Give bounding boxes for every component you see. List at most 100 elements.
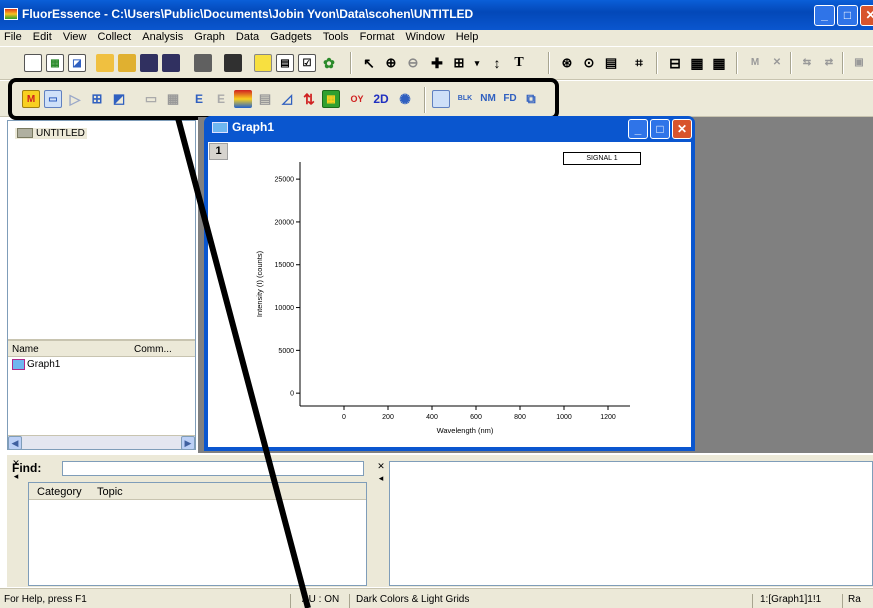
code-builder-icon[interactable]: ✿ — [320, 54, 338, 72]
rescale-icon[interactable]: ⊙ — [580, 54, 598, 72]
list-item-label: Graph1 — [27, 359, 61, 371]
graph-maximize-button[interactable]: □ — [650, 119, 670, 139]
x-tick-label: 1200 — [600, 414, 616, 421]
data-reader-icon[interactable]: ✚ — [428, 54, 446, 72]
y-tick-label: 5000 — [278, 348, 294, 355]
x-tick-label: 0 — [342, 414, 346, 421]
plot-area[interactable]: 1 SIGNAL 1 0 200 400 600 800 1000 1200 0 5000 100… — [208, 142, 691, 447]
zoom-in-icon[interactable]: ⊕ — [382, 54, 400, 72]
app-title: FluorEssence - C:\Users\Public\Documents… — [22, 7, 474, 21]
screen-reader-icon[interactable]: ↕ — [488, 54, 506, 72]
menu-format[interactable]: Format — [356, 30, 399, 43]
results-panel[interactable] — [389, 461, 873, 586]
menu-edit[interactable]: Edit — [29, 30, 56, 43]
category-header: Category Topic — [29, 483, 366, 500]
graph-icon — [12, 359, 25, 370]
status-theme: Dark Colors & Light Grids — [356, 594, 470, 605]
menu-collect[interactable]: Collect — [94, 30, 136, 43]
category-panel: Category Topic — [28, 482, 367, 586]
results-close-icon[interactable]: ✕ — [376, 462, 386, 472]
menu-data[interactable]: Data — [232, 30, 263, 43]
toolbar-separator — [656, 52, 658, 74]
menu-tools[interactable]: Tools — [319, 30, 353, 43]
new-project-icon[interactable] — [24, 54, 42, 72]
app-titlebar[interactable]: FluorEssence - C:\Users\Public\Documents… — [0, 0, 873, 30]
mask-icon[interactable]: M — [746, 54, 764, 72]
menu-analysis[interactable]: Analysis — [138, 30, 187, 43]
scroll-left-icon[interactable]: ◀ — [8, 436, 22, 450]
horizontal-scrollbar[interactable]: ◀ ▶ — [8, 435, 195, 450]
save-icon[interactable] — [140, 54, 158, 72]
list-item[interactable]: Graph1 — [12, 359, 60, 370]
close-button[interactable]: ✕ — [860, 5, 873, 26]
unmask-icon[interactable]: ✕ — [768, 54, 786, 72]
col-topic[interactable]: Topic — [97, 486, 123, 498]
menu-gadgets[interactable]: Gadgets — [266, 30, 316, 43]
text-tool-icon[interactable]: T — [510, 54, 528, 72]
status-divider — [842, 594, 843, 608]
menu-file[interactable]: File — [0, 30, 26, 43]
toolbar-separator — [548, 52, 550, 74]
status-bar: For Help, press F1 AU : ON Dark Colors &… — [0, 588, 873, 608]
toolbar-separator — [842, 52, 844, 74]
status-ra: Ra — [848, 594, 861, 605]
lock-icon[interactable]: ▣ — [850, 54, 868, 72]
notes-icon[interactable]: ▤ — [602, 54, 620, 72]
peak-fit-icon[interactable]: ⌗ — [630, 54, 648, 72]
results-scroll-icon[interactable]: ◂ — [376, 474, 386, 484]
find-input[interactable] — [62, 461, 364, 476]
status-help: For Help, press F1 — [4, 594, 87, 605]
results-log-icon[interactable]: ☑ — [298, 54, 316, 72]
scroll-right-icon[interactable]: ▶ — [181, 436, 195, 450]
graph-window-title: Graph1 — [212, 120, 274, 134]
toolbar-separator — [736, 52, 738, 74]
new-graph-icon[interactable]: ◪ — [68, 54, 86, 72]
graph-icon — [212, 122, 228, 134]
save-template-icon[interactable] — [162, 54, 180, 72]
minimize-button[interactable]: _ — [814, 5, 835, 26]
x-tick-label: 1000 — [556, 414, 572, 421]
find-label: Find: — [12, 461, 42, 475]
data-selector-icon[interactable]: ⊞ — [450, 54, 468, 72]
y-tick-label: 20000 — [275, 219, 295, 226]
graph-window[interactable]: Graph1 _ □ ✕ 1 SIGNAL 1 0 200 400 600 800 100… — [204, 116, 695, 451]
layout-icon[interactable]: ⊟ — [666, 54, 684, 72]
pointer-icon[interactable]: ↖ — [360, 54, 378, 72]
maximize-button[interactable]: □ — [837, 5, 858, 26]
worksheet-icon[interactable]: ▤ — [276, 54, 294, 72]
list-col-name[interactable]: Name — [12, 344, 39, 355]
new-worksheet-icon[interactable]: ▦ — [46, 54, 64, 72]
col-category[interactable]: Category — [37, 486, 82, 498]
graph-close-button[interactable]: ✕ — [672, 119, 692, 139]
menu-bar: File Edit View Collect Analysis Graph Da… — [0, 30, 873, 46]
zoom-out-icon[interactable]: ⊖ — [404, 54, 422, 72]
project-folder[interactable]: UNTITLED — [15, 128, 87, 139]
graph-minimize-button[interactable]: _ — [628, 119, 648, 139]
folder-icon — [17, 128, 33, 139]
x-tick-label: 600 — [470, 414, 482, 421]
status-au: AU : ON — [302, 594, 340, 605]
open-template-icon[interactable] — [118, 54, 136, 72]
menu-help[interactable]: Help — [452, 30, 483, 43]
y-tick-label: 0 — [290, 391, 294, 398]
y-tick-label: 10000 — [275, 305, 295, 312]
merge-graphs-icon[interactable]: ▦ — [710, 54, 728, 72]
print-icon[interactable] — [194, 54, 212, 72]
x-tick-label: 800 — [514, 414, 526, 421]
menu-graph[interactable]: Graph — [190, 30, 229, 43]
y-tick-label: 25000 — [275, 177, 295, 184]
multi-layer-icon[interactable]: ▦ — [688, 54, 706, 72]
duplicate-icon[interactable] — [254, 54, 272, 72]
status-divider — [349, 594, 350, 608]
menu-view[interactable]: View — [59, 30, 91, 43]
refresh-icon[interactable] — [224, 54, 242, 72]
list-col-comments[interactable]: Comm... — [134, 344, 172, 355]
dropdown-arrow-icon[interactable]: ▾ — [468, 54, 486, 72]
zoom-view-icon[interactable]: ⊛ — [558, 54, 576, 72]
app-icon — [4, 8, 18, 20]
menu-window[interactable]: Window — [402, 30, 449, 43]
toolbar-highlight-box — [8, 78, 559, 120]
shift-left-icon[interactable]: ⇆ — [798, 54, 816, 72]
shift-right-icon[interactable]: ⇄ — [820, 54, 838, 72]
open-icon[interactable] — [96, 54, 114, 72]
